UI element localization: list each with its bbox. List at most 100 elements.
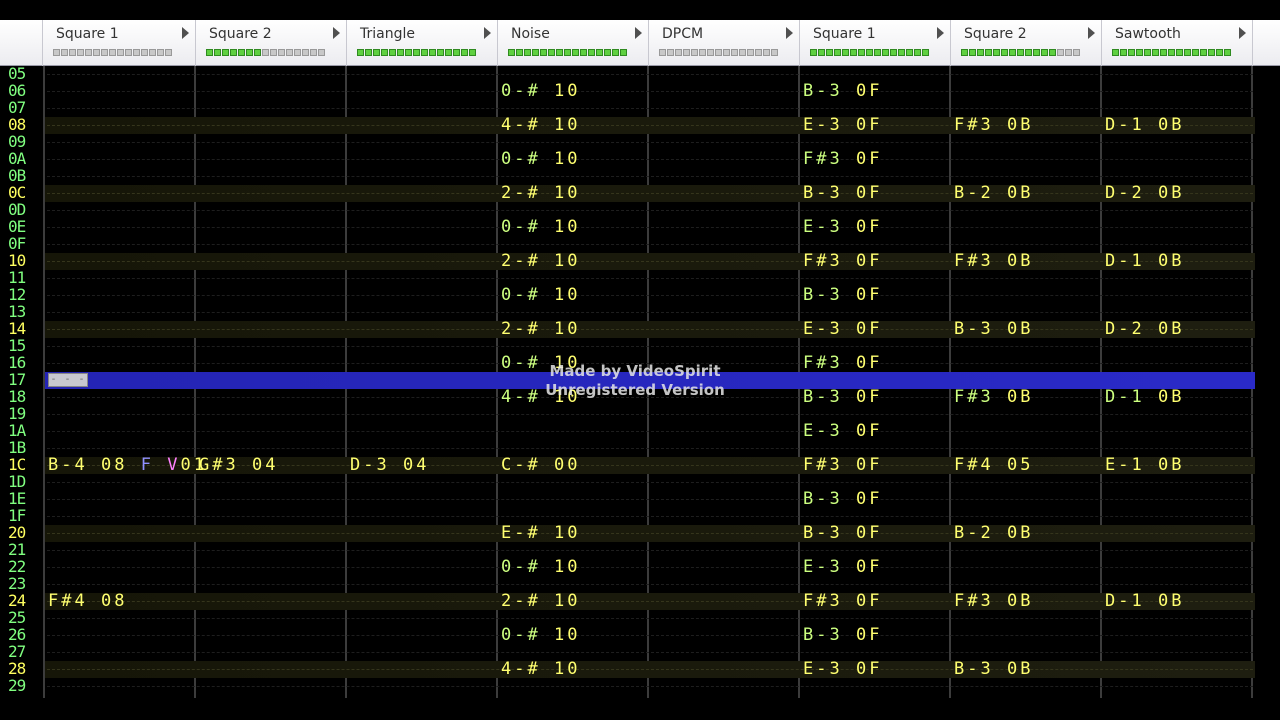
note-cell[interactable]: G#3 04 — [199, 454, 278, 476]
channel-header-1[interactable]: Square 1 — [43, 20, 196, 66]
note-cell[interactable]: B-4 08 F V01 — [48, 454, 207, 476]
pattern-row[interactable]: 10 2-# 10 F#3 0F F#3 0B D-1 0B — [0, 250, 1280, 272]
pattern-row[interactable]: 05 — [0, 64, 1280, 83]
note-cell[interactable]: B-2 0B — [954, 182, 1033, 204]
pattern-row[interactable]: 13 — [0, 302, 1280, 321]
note-cell[interactable]: 4-# 10 — [501, 114, 580, 136]
note-cell[interactable]: B-2 0B — [954, 522, 1033, 544]
note-cell[interactable]: F#3 0B — [954, 114, 1033, 136]
pattern-row[interactable]: 14 2-# 10 E-3 0F B-3 0B D-2 0B — [0, 318, 1280, 340]
pattern-row[interactable]: 0D — [0, 200, 1280, 219]
note-cell[interactable]: D-1 0B — [1105, 386, 1184, 408]
pattern-row[interactable]: 23 — [0, 574, 1280, 593]
pattern-row[interactable]: 22 0-# 10 E-3 0F — [0, 556, 1280, 578]
note-cell[interactable]: F#4 05 — [954, 454, 1033, 476]
note-cell[interactable]: F#3 0F — [803, 148, 882, 170]
channel-header-6[interactable]: Square 1 — [800, 20, 951, 66]
note-cell[interactable]: 2-# 10 — [501, 318, 580, 340]
pattern-row[interactable]: 24 F#4 08 2-# 10 F#3 0F F#3 0B D-1 0B — [0, 590, 1280, 612]
channel-header-8[interactable]: Sawtooth — [1102, 20, 1253, 66]
expand-arrow-icon[interactable] — [484, 27, 491, 39]
pattern-row[interactable]: 29 — [0, 676, 1280, 695]
edit-cursor[interactable]: - - - — [48, 373, 88, 387]
note-cell[interactable]: E-3 0F — [803, 658, 882, 680]
note-cell[interactable]: D-1 0B — [1105, 250, 1184, 272]
note-cell[interactable]: B-3 0B — [954, 658, 1033, 680]
note-cell[interactable]: B-3 0F — [803, 182, 882, 204]
note-cell[interactable]: D-2 0B — [1105, 182, 1184, 204]
note-cell[interactable]: 2-# 10 — [501, 590, 580, 612]
channel-header-2[interactable]: Square 2 — [196, 20, 347, 66]
channel-header-7[interactable]: Square 2 — [951, 20, 1102, 66]
note-cell[interactable]: B-3 0F — [803, 522, 882, 544]
pattern-row[interactable]: 20 E-# 10 B-3 0F B-2 0B — [0, 522, 1280, 544]
expand-arrow-icon[interactable] — [1239, 27, 1246, 39]
note-cell[interactable]: D-1 0B — [1105, 590, 1184, 612]
pattern-row[interactable]: 1D — [0, 472, 1280, 491]
note-cell[interactable]: F#3 0F — [803, 352, 882, 374]
pattern-row[interactable]: 1C B-4 08 F V01 G#3 04 D-3 04 C-# 00 F#3 0F F#… — [0, 454, 1280, 476]
expand-arrow-icon[interactable] — [635, 27, 642, 39]
note-cell[interactable]: E-3 0F — [803, 216, 882, 238]
note-cell[interactable]: E-3 0F — [803, 114, 882, 136]
note-cell[interactable]: B-3 0F — [803, 284, 882, 306]
pattern-row[interactable]: 26 0-# 10 B-3 0F — [0, 624, 1280, 646]
note-cell[interactable]: B-3 0F — [803, 80, 882, 102]
pattern-row[interactable]: 1A E-3 0F — [0, 420, 1280, 442]
note-cell[interactable]: 0-# 10 — [501, 80, 580, 102]
note-cell[interactable]: E-# 10 — [501, 522, 580, 544]
note-cell[interactable]: 4-# 10 — [501, 658, 580, 680]
note-cell[interactable]: 0-# 10 — [501, 284, 580, 306]
pattern-row[interactable]: 1F — [0, 506, 1280, 525]
pattern-row[interactable]: 27 — [0, 642, 1280, 661]
pattern-row[interactable]: 0F — [0, 234, 1280, 253]
note-cell[interactable]: E-3 0F — [803, 556, 882, 578]
note-cell[interactable]: 0-# 10 — [501, 556, 580, 578]
note-cell[interactable]: C-# 00 — [501, 454, 580, 476]
note-cell[interactable]: F#3 0B — [954, 386, 1033, 408]
pattern-row[interactable]: 19 — [0, 404, 1280, 423]
note-cell[interactable]: 0-# 10 — [501, 216, 580, 238]
expand-arrow-icon[interactable] — [786, 27, 793, 39]
note-cell[interactable]: 2-# 10 — [501, 250, 580, 272]
pattern-row[interactable]: 15 — [0, 336, 1280, 355]
note-cell[interactable]: D-3 04 — [350, 454, 429, 476]
pattern-row[interactable]: 0A 0-# 10 F#3 0F — [0, 148, 1280, 170]
note-cell[interactable]: F#3 0B — [954, 590, 1033, 612]
pattern-row[interactable]: 1E B-3 0F — [0, 488, 1280, 510]
note-cell[interactable]: B-3 0F — [803, 624, 882, 646]
pattern-row[interactable]: 06 0-# 10 B-3 0F — [0, 80, 1280, 102]
channel-header-3[interactable]: Triangle — [347, 20, 498, 66]
pattern-row[interactable]: 0C 2-# 10 B-3 0F B-2 0B D-2 0B — [0, 182, 1280, 204]
note-cell[interactable]: 0-# 10 — [501, 624, 580, 646]
note-cell[interactable]: D-1 0B — [1105, 114, 1184, 136]
note-cell[interactable]: E-3 0F — [803, 318, 882, 340]
note-cell[interactable]: D-2 0B — [1105, 318, 1184, 340]
channel-header-4[interactable]: Noise — [498, 20, 649, 66]
note-cell[interactable]: B-3 0F — [803, 488, 882, 510]
expand-arrow-icon[interactable] — [182, 27, 189, 39]
note-cell[interactable]: F#3 0F — [803, 590, 882, 612]
pattern-row[interactable]: 09 — [0, 132, 1280, 151]
pattern-row[interactable]: 0B — [0, 166, 1280, 185]
pattern-row[interactable]: 28 4-# 10 E-3 0F B-3 0B — [0, 658, 1280, 680]
expand-arrow-icon[interactable] — [333, 27, 340, 39]
pattern-row[interactable]: 11 — [0, 268, 1280, 287]
note-cell[interactable]: F#4 08 — [48, 590, 127, 612]
note-cell[interactable]: E-3 0F — [803, 420, 882, 442]
note-cell[interactable]: F#3 0F — [803, 454, 882, 476]
pattern-row[interactable]: 08 4-# 10 E-3 0F F#3 0B D-1 0B — [0, 114, 1280, 136]
pattern-row[interactable]: 25 — [0, 608, 1280, 627]
note-cell[interactable]: B-3 0B — [954, 318, 1033, 340]
note-cell[interactable]: F#3 0B — [954, 250, 1033, 272]
pattern-row[interactable]: 07 — [0, 98, 1280, 117]
note-cell[interactable]: F#3 0F — [803, 250, 882, 272]
pattern-row[interactable]: 0E 0-# 10 E-3 0F — [0, 216, 1280, 238]
note-cell[interactable]: B-3 0F — [803, 386, 882, 408]
pattern-row[interactable]: 12 0-# 10 B-3 0F — [0, 284, 1280, 306]
expand-arrow-icon[interactable] — [1088, 27, 1095, 39]
note-cell[interactable]: 2-# 10 — [501, 182, 580, 204]
note-cell[interactable]: 0-# 10 — [501, 148, 580, 170]
pattern-row[interactable]: 21 — [0, 540, 1280, 559]
note-cell[interactable]: E-1 0B — [1105, 454, 1184, 476]
